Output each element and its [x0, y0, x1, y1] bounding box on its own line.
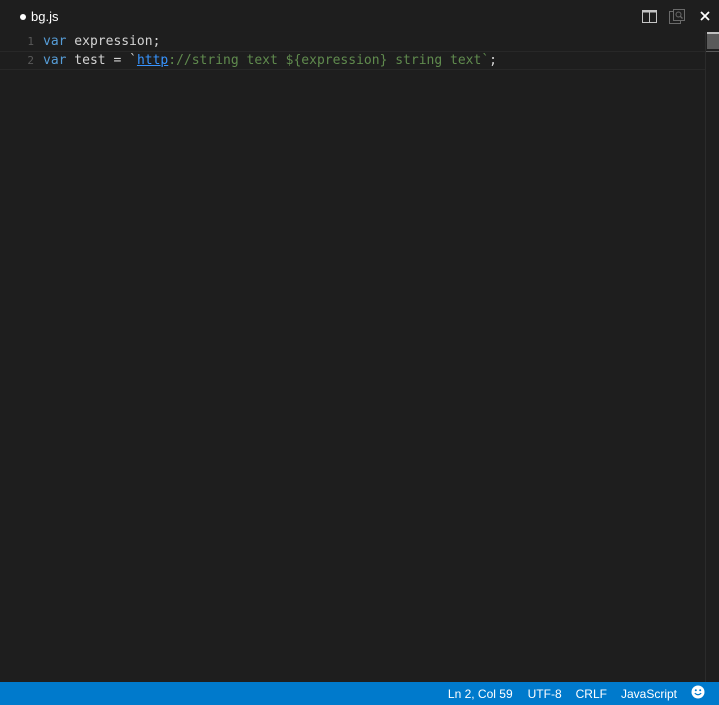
text-token: ;: [489, 53, 497, 68]
open-changes-icon: [669, 8, 685, 24]
line-number: 2: [27, 54, 34, 67]
code-line-current[interactable]: 2 var test = `http://string text ${expre…: [0, 51, 705, 70]
code-editor[interactable]: 1 var expression; 2 var test = `http://s…: [0, 32, 705, 682]
split-editor-button[interactable]: [635, 0, 663, 32]
close-icon: [700, 11, 710, 21]
tab-bg-js[interactable]: bg.js: [0, 0, 58, 32]
language-mode-selector[interactable]: JavaScript: [614, 682, 684, 705]
tab-bar: bg.js: [0, 0, 719, 32]
vertical-scrollbar[interactable]: [705, 32, 719, 682]
overview-ruler-line: [706, 51, 719, 52]
encoding-selector[interactable]: UTF-8: [521, 682, 569, 705]
unsaved-dot-icon: [20, 13, 26, 20]
close-editor-button[interactable]: [691, 0, 719, 32]
url-link[interactable]: http: [137, 53, 168, 68]
line-number: 1: [27, 35, 34, 48]
line-code: var expression;: [43, 34, 160, 49]
split-editor-icon: [641, 9, 657, 23]
line-code: var test = `http://string text ${express…: [43, 53, 497, 68]
status-bar: Ln 2, Col 59 UTF-8 CRLF JavaScript: [0, 682, 719, 705]
overview-cursor-marker: [707, 32, 719, 34]
editor-actions: [635, 0, 719, 32]
smiley-icon: [691, 685, 705, 702]
keyword-token: var: [43, 53, 67, 68]
eol-selector[interactable]: CRLF: [569, 682, 614, 705]
keyword-token: var: [43, 34, 67, 49]
editor-window: bg.js 1 var expression; 2 var test = `ht…: [0, 0, 719, 705]
scrollbar-thumb[interactable]: [707, 32, 719, 49]
feedback-button[interactable]: [684, 682, 719, 705]
code-line[interactable]: 1 var expression;: [0, 32, 705, 51]
tab-label: bg.js: [31, 8, 59, 24]
open-changes-button[interactable]: [663, 0, 691, 32]
text-token: expression;: [66, 34, 161, 49]
text-token: test = `: [66, 53, 137, 68]
cursor-position[interactable]: Ln 2, Col 59: [441, 682, 521, 705]
string-token: ://string text ${expression} string text…: [168, 53, 490, 68]
